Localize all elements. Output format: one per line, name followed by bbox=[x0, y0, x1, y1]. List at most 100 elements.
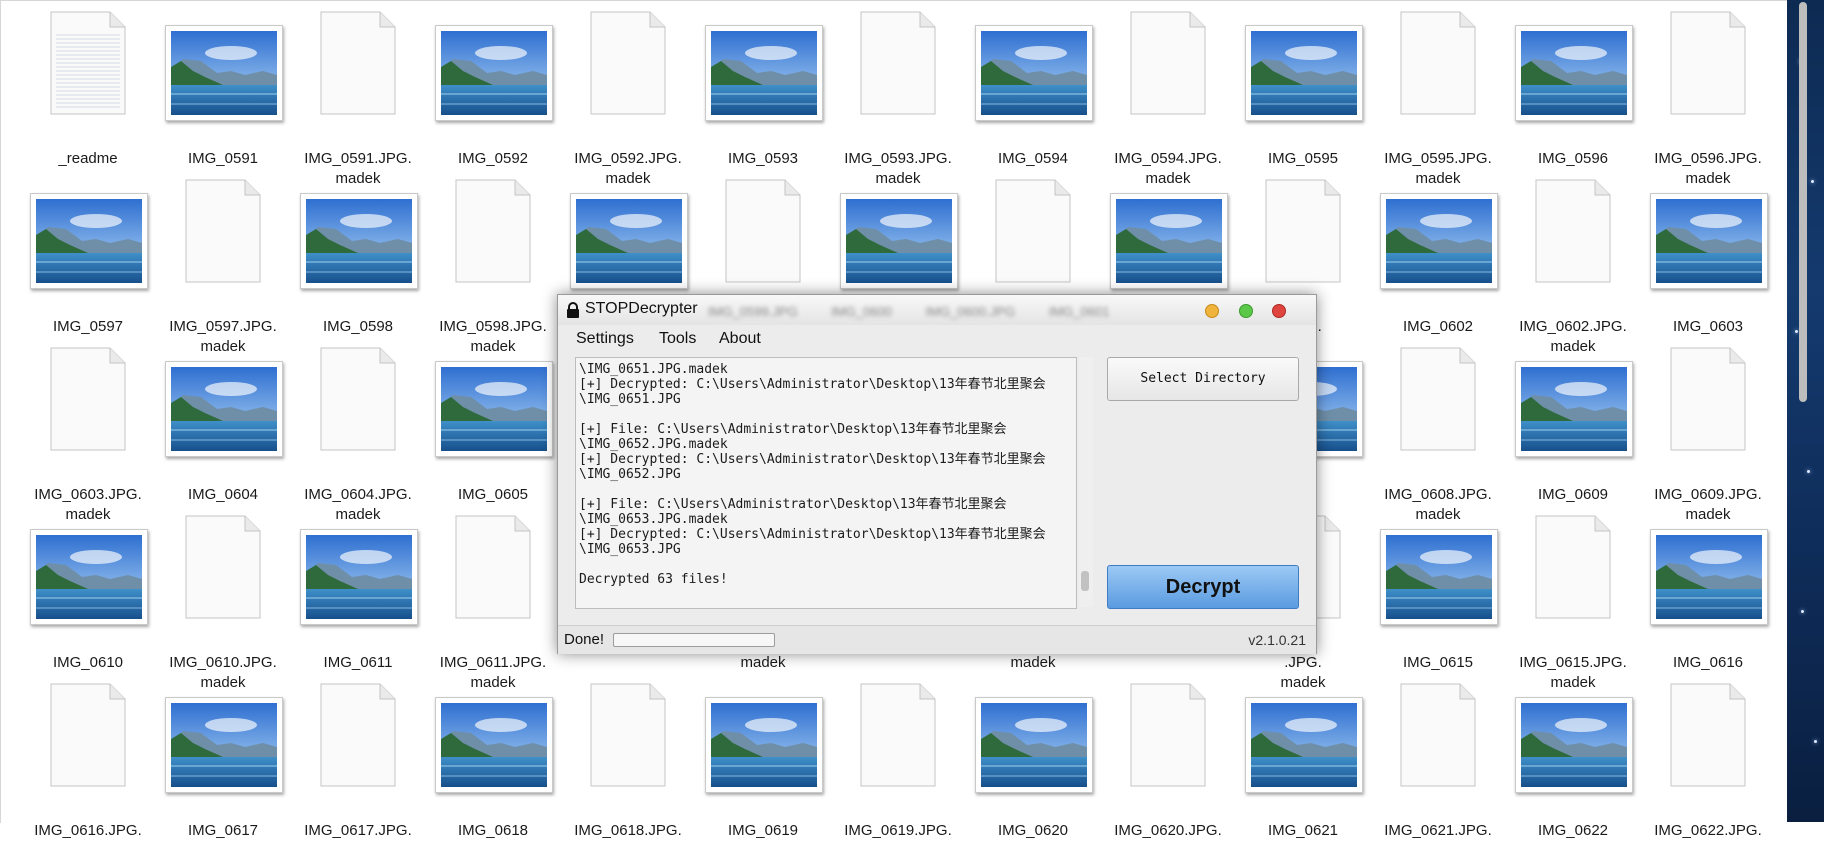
photo-file[interactable]: IMG_0619 bbox=[698, 697, 828, 857]
document-icon bbox=[1533, 513, 1613, 621]
photo-file[interactable]: IMG_0611 bbox=[293, 529, 423, 689]
file-label: IMG_0598.JPG. madek bbox=[439, 318, 547, 355]
photo-file[interactable]: IMG_0597 bbox=[23, 193, 153, 353]
document-icon bbox=[858, 9, 938, 117]
file-label: IMG_0617.JPG. bbox=[304, 822, 412, 839]
document-icon bbox=[1668, 9, 1748, 117]
document-icon bbox=[1398, 681, 1478, 789]
encrypted-file[interactable]: IMG_0615.JPG. madek bbox=[1508, 515, 1638, 691]
photo-file[interactable]: IMG_0604 bbox=[158, 361, 288, 521]
encrypted-file[interactable]: IMG_0593.JPG. madek bbox=[833, 11, 963, 187]
file-label: IMG_0621 bbox=[1267, 822, 1339, 839]
log-scrollbar[interactable] bbox=[1079, 357, 1093, 607]
file-label: IMG_0596 bbox=[1537, 150, 1609, 167]
photo-file[interactable]: IMG_0618 bbox=[428, 697, 558, 857]
image-thumbnail-icon bbox=[1380, 193, 1498, 289]
photo-file[interactable]: IMG_0592 bbox=[428, 25, 558, 185]
encrypted-file[interactable]: IMG_0598.JPG. madek bbox=[428, 179, 558, 355]
photo-file[interactable]: IMG_0615 bbox=[1373, 529, 1503, 689]
photo-file[interactable]: IMG_0598 bbox=[293, 193, 423, 353]
encrypted-file[interactable]: IMG_0618.JPG. bbox=[563, 683, 693, 857]
encrypted-file[interactable]: IMG_0603.JPG. madek bbox=[23, 347, 153, 523]
encrypted-file[interactable]: IMG_0619.JPG. bbox=[833, 683, 963, 857]
image-thumbnail-icon bbox=[165, 361, 283, 457]
document-icon bbox=[858, 681, 938, 789]
file-label: IMG_0611 bbox=[323, 654, 393, 671]
menu-bar: Settings Tools About bbox=[558, 327, 1316, 351]
photo-file[interactable]: IMG_0610 bbox=[23, 529, 153, 689]
file-label: IMG_0619 bbox=[727, 822, 799, 839]
background-title-text: IMG_0599.JPG IMG_0600 IMG_0600.JPG IMG_0… bbox=[708, 304, 1110, 319]
minimize-icon[interactable] bbox=[1205, 304, 1219, 318]
file-label: IMG_0616.JPG. bbox=[34, 822, 142, 839]
photo-file[interactable]: IMG_0620 bbox=[968, 697, 1098, 857]
file-label: madek bbox=[740, 654, 786, 671]
photo-file[interactable]: IMG_0622 bbox=[1508, 697, 1638, 857]
encrypted-file[interactable]: IMG_0611.JPG. madek bbox=[428, 515, 558, 691]
image-thumbnail-icon bbox=[1515, 697, 1633, 793]
document-icon bbox=[318, 345, 398, 453]
document-icon bbox=[318, 9, 398, 117]
encrypted-file[interactable]: IMG_0602.JPG. madek bbox=[1508, 179, 1638, 355]
photo-file[interactable]: IMG_0602 bbox=[1373, 193, 1503, 353]
encrypted-file[interactable]: IMG_0617.JPG. bbox=[293, 683, 423, 857]
encrypted-file[interactable]: IMG_0622.JPG. bbox=[1643, 683, 1773, 857]
menu-settings[interactable]: Settings bbox=[576, 330, 634, 348]
photo-file[interactable]: IMG_0595 bbox=[1238, 25, 1368, 185]
file-label: IMG_0615 bbox=[1402, 654, 1474, 671]
photo-file[interactable]: IMG_0594 bbox=[968, 25, 1098, 185]
encrypted-file[interactable]: IMG_0610.JPG. madek bbox=[158, 515, 288, 691]
lock-icon bbox=[566, 302, 580, 318]
file-label: IMG_0610.JPG. madek bbox=[169, 654, 277, 691]
title-bar[interactable]: STOPDecrypter IMG_0599.JPG IMG_0600 IMG_… bbox=[558, 295, 1316, 325]
desktop-scrollbar[interactable] bbox=[1799, 2, 1807, 402]
menu-tools[interactable]: Tools bbox=[659, 330, 696, 348]
photo-file[interactable]: IMG_0593 bbox=[698, 25, 828, 185]
file-label: IMG_0598 bbox=[322, 318, 394, 335]
log-output[interactable]: \IMG_0651.JPG.madek [+] Decrypted: C:\Us… bbox=[575, 357, 1077, 609]
stopdecrypter-window: STOPDecrypter IMG_0599.JPG IMG_0600 IMG_… bbox=[557, 294, 1317, 654]
image-thumbnail-icon bbox=[570, 193, 688, 289]
maximize-icon[interactable] bbox=[1239, 304, 1253, 318]
image-thumbnail-icon bbox=[300, 529, 418, 625]
photo-file[interactable]: IMG_0605 bbox=[428, 361, 558, 521]
document-icon bbox=[1128, 681, 1208, 789]
document-icon bbox=[453, 513, 533, 621]
close-icon[interactable] bbox=[1272, 304, 1286, 318]
photo-file[interactable]: IMG_0603 bbox=[1643, 193, 1773, 353]
encrypted-file[interactable]: IMG_0604.JPG. madek bbox=[293, 347, 423, 523]
encrypted-file[interactable]: IMG_0592.JPG. madek bbox=[563, 11, 693, 187]
encrypted-file[interactable]: IMG_0616.JPG. bbox=[23, 683, 153, 857]
document-icon bbox=[183, 177, 263, 285]
photo-file[interactable]: IMG_0609 bbox=[1508, 361, 1638, 521]
select-directory-button[interactable]: Select Directory bbox=[1107, 357, 1299, 401]
text-file[interactable]: _readme bbox=[23, 11, 153, 185]
photo-file[interactable]: IMG_0616 bbox=[1643, 529, 1773, 689]
image-thumbnail-icon bbox=[30, 529, 148, 625]
photo-file[interactable]: IMG_0591 bbox=[158, 25, 288, 185]
image-thumbnail-icon bbox=[435, 25, 553, 121]
image-thumbnail-icon bbox=[30, 193, 148, 289]
encrypted-file[interactable]: IMG_0596.JPG. madek bbox=[1643, 11, 1773, 187]
file-label: IMG_0604 bbox=[187, 486, 259, 503]
log-scrollbar-thumb[interactable] bbox=[1081, 571, 1089, 591]
encrypted-file[interactable]: IMG_0621.JPG. bbox=[1373, 683, 1503, 857]
photo-file[interactable]: IMG_0617 bbox=[158, 697, 288, 857]
menu-about[interactable]: About bbox=[719, 330, 761, 348]
encrypted-file[interactable]: IMG_0594.JPG. madek bbox=[1103, 11, 1233, 187]
file-label: IMG_0609 bbox=[1537, 486, 1609, 503]
file-label: IMG_0618 bbox=[457, 822, 529, 839]
encrypted-file[interactable]: IMG_0608.JPG. madek bbox=[1373, 347, 1503, 523]
encrypted-file[interactable]: IMG_0597.JPG. madek bbox=[158, 179, 288, 355]
decrypt-button[interactable]: Decrypt bbox=[1107, 565, 1299, 609]
encrypted-file[interactable]: IMG_0620.JPG. bbox=[1103, 683, 1233, 857]
document-icon bbox=[588, 9, 668, 117]
photo-file[interactable]: IMG_0596 bbox=[1508, 25, 1638, 185]
encrypted-file[interactable]: IMG_0591.JPG. madek bbox=[293, 11, 423, 187]
encrypted-file[interactable]: IMG_0595.JPG. madek bbox=[1373, 11, 1503, 187]
image-thumbnail-icon bbox=[435, 697, 553, 793]
image-thumbnail-icon bbox=[975, 697, 1093, 793]
photo-file[interactable]: IMG_0621 bbox=[1238, 697, 1368, 857]
encrypted-file[interactable]: IMG_0609.JPG. madek bbox=[1643, 347, 1773, 523]
file-label: IMG_0593 bbox=[727, 150, 799, 167]
